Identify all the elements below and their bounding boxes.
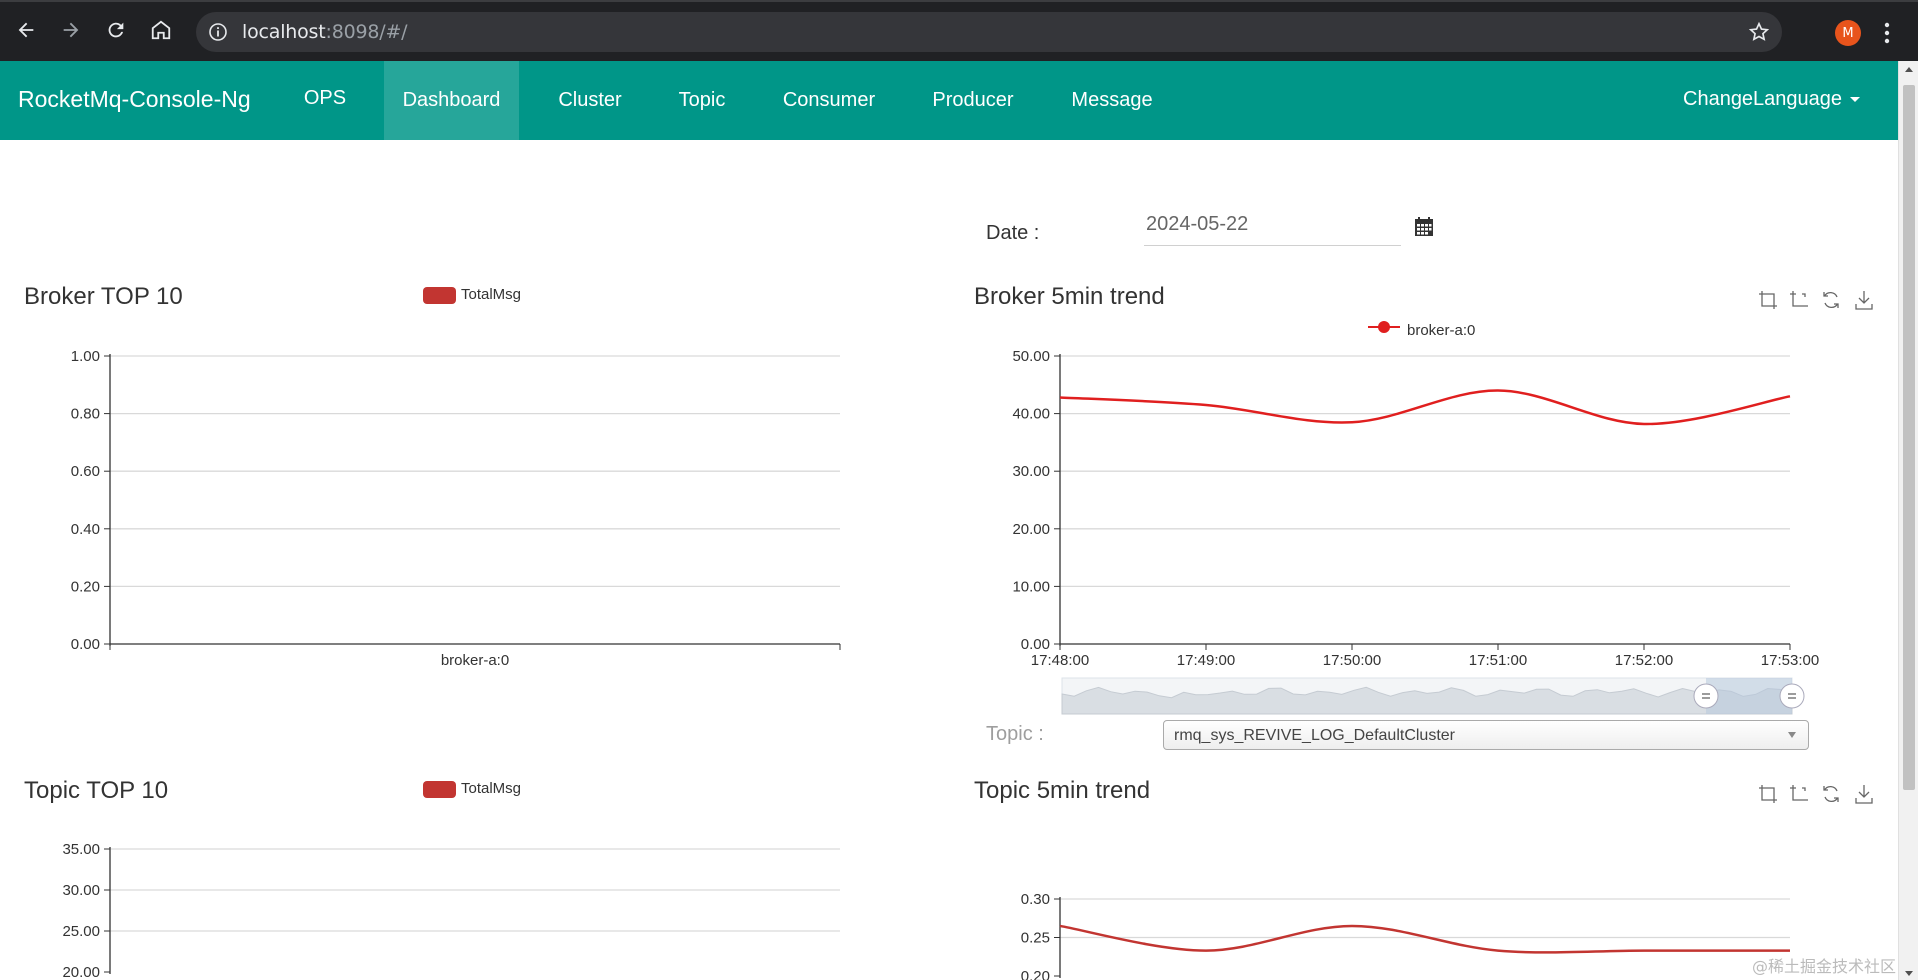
nav-consumer[interactable]: Consumer [767, 61, 891, 140]
broker-trend-chart: 0.00 10.00 20.00 30.00 40.00 50.00 17:48:00 17:… [1012, 348, 1819, 715]
topic-select[interactable]: rmq_sys_REVIVE_LOG_DefaultCluster [1163, 720, 1809, 750]
forward-icon[interactable] [57, 16, 85, 44]
home-icon[interactable] [147, 16, 175, 44]
back-icon[interactable] [12, 16, 40, 44]
nav-dashboard[interactable]: Dashboard [384, 61, 519, 140]
topic-select-value: rmq_sys_REVIVE_LOG_DefaultCluster [1174, 727, 1455, 744]
date-label: Date : [986, 222, 1040, 244]
scrollbar-thumb[interactable] [1903, 85, 1915, 790]
y-tick-label: 0.40 [71, 521, 100, 538]
x-tick-label: 17:50:00 [1323, 652, 1381, 669]
y-tick-label: 50.00 [1012, 348, 1050, 365]
url-text: localhost:8098/#/ [242, 21, 408, 43]
date-input[interactable]: 2024-05-22 [1144, 207, 1401, 246]
nav-producer[interactable]: Producer [915, 61, 1031, 140]
change-language-dropdown[interactable]: ChangeLanguage [1683, 88, 1861, 111]
legend-label-totalmsg[interactable]: TotalMsg [461, 286, 521, 303]
nav-topic[interactable]: Topic [661, 61, 743, 140]
restore-icon[interactable] [1821, 784, 1841, 804]
restore-icon[interactable] [1821, 290, 1841, 310]
y-tick-label: 25.00 [62, 923, 100, 940]
chevron-down-icon [1788, 732, 1796, 738]
page-scrollbar[interactable] [1898, 61, 1918, 980]
scroll-down-icon[interactable] [1905, 971, 1913, 976]
x-tick-label: 17:51:00 [1469, 652, 1527, 669]
y-tick-label: 10.00 [1012, 578, 1050, 595]
nav-cluster[interactable]: Cluster [543, 61, 637, 140]
zoom-icon[interactable] [1758, 290, 1778, 310]
topic-trend-title: Topic 5min trend [974, 777, 1151, 804]
y-tick-label: 30.00 [1012, 463, 1050, 480]
x-tick-label: 17:53:00 [1761, 652, 1819, 669]
browser-toolbar: localhost:8098/#/ M [0, 0, 1918, 61]
topic-top10-chart: 20.00 25.00 30.00 35.00 [62, 841, 840, 980]
series-line-broker-a [1059, 389, 1791, 426]
app-navbar: RocketMq-Console-Ng OPS Dashboard Cluste… [0, 61, 1898, 140]
broker-trend-title: Broker 5min trend [974, 283, 1165, 310]
nav-ops[interactable]: OPS [290, 61, 360, 136]
address-bar[interactable]: localhost:8098/#/ [196, 12, 1782, 52]
y-tick-label: 0.60 [71, 463, 100, 480]
browser-menu-icon[interactable] [1882, 20, 1892, 46]
site-info-icon[interactable] [208, 22, 228, 42]
legend-label-broker-a[interactable]: broker-a:0 [1407, 322, 1475, 339]
x-tick-label: 17:49:00 [1177, 652, 1235, 669]
y-tick-label: 0.00 [1021, 636, 1050, 653]
y-tick-label: 0.30 [1021, 891, 1050, 908]
y-tick-label: 0.00 [71, 636, 100, 653]
y-tick-label: 20.00 [1012, 521, 1050, 538]
zoom-reset-icon[interactable] [1789, 290, 1809, 310]
datazoom-handle [1779, 683, 1805, 709]
download-icon[interactable] [1854, 290, 1874, 310]
datazoom-window [1706, 678, 1792, 714]
broker-top10-title: Broker TOP 10 [24, 283, 183, 310]
reload-icon[interactable] [102, 16, 130, 44]
y-tick-label: 1.00 [71, 348, 100, 365]
legend-marker-broker-a[interactable] [1368, 319, 1400, 335]
url-path: :8098/#/ [325, 21, 408, 43]
topic-label: Topic : [986, 723, 1044, 745]
url-host: localhost [242, 21, 326, 43]
y-tick-label: 40.00 [1012, 406, 1050, 423]
broker-top10-chart: 0.00 0.20 0.40 0.60 0.80 1.00 broker-a:0 [71, 348, 841, 669]
y-tick-label: 0.20 [71, 578, 100, 595]
series-line-topic [1059, 924, 1790, 954]
y-tick-label: 0.25 [1021, 930, 1050, 947]
bookmark-star-icon[interactable] [1748, 21, 1770, 43]
change-language-label: ChangeLanguage [1683, 88, 1843, 110]
brand-title[interactable]: RocketMq-Console-Ng [18, 86, 251, 113]
profile-avatar[interactable]: M [1835, 20, 1861, 46]
x-tick-label: 17:48:00 [1031, 652, 1089, 669]
y-tick-label: 0.20 [1021, 968, 1050, 980]
scroll-up-icon[interactable] [1905, 67, 1913, 72]
topic-trend-chart: 0.20 0.25 0.30 [1021, 891, 1790, 980]
y-tick-label: 30.00 [62, 882, 100, 899]
zoom-reset-icon[interactable] [1789, 784, 1809, 804]
legend-swatch-totalmsg[interactable] [423, 287, 456, 304]
x-tick-label: 17:52:00 [1615, 652, 1673, 669]
y-tick-label: 0.80 [71, 406, 100, 423]
y-tick-label: 20.00 [62, 964, 100, 980]
caret-down-icon [1850, 97, 1861, 103]
nav-message[interactable]: Message [1055, 61, 1169, 140]
x-tick-label: broker-a:0 [441, 652, 509, 669]
legend-label-totalmsg-topic[interactable]: TotalMsg [461, 780, 521, 797]
download-icon[interactable] [1854, 784, 1874, 804]
topic-top10-title: Topic TOP 10 [24, 777, 169, 804]
calendar-icon[interactable] [1415, 217, 1433, 236]
y-tick-label: 35.00 [62, 841, 100, 858]
legend-swatch-totalmsg-topic[interactable] [423, 781, 456, 798]
zoom-icon[interactable] [1758, 784, 1778, 804]
watermark: @稀土掘金技术社区 [1752, 957, 1897, 976]
datazoom-handle [1693, 683, 1719, 709]
